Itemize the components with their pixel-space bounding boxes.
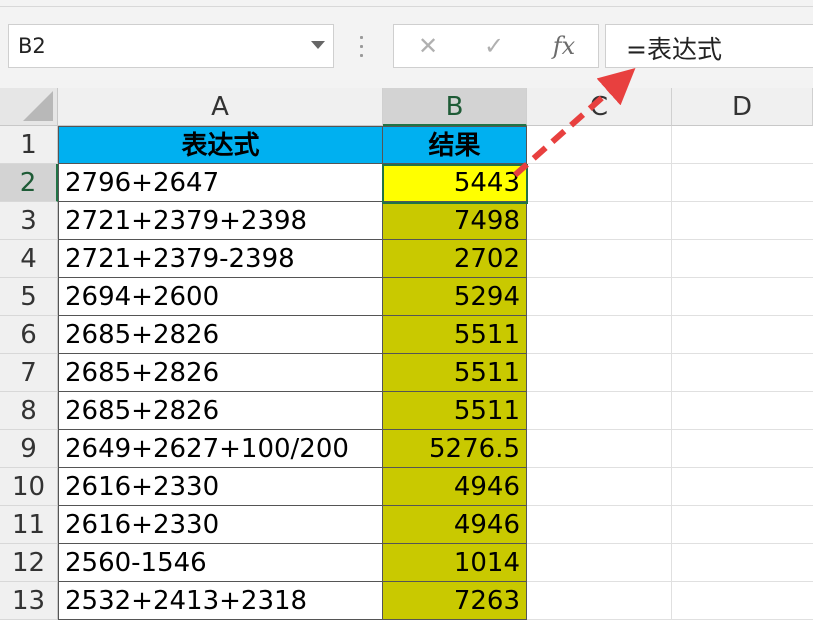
cell-b3[interactable]: 7498 — [383, 202, 527, 240]
row-header-8[interactable]: 8 — [0, 392, 58, 430]
cell-b12[interactable]: 1014 — [383, 544, 527, 582]
cell-c6[interactable] — [527, 316, 672, 354]
select-all-icon[interactable] — [23, 91, 53, 121]
cell-c2[interactable] — [527, 164, 672, 202]
cell-b2[interactable]: 5443 — [383, 164, 527, 202]
cell-d12[interactable] — [672, 544, 813, 582]
cell-a7[interactable]: 2685+2826 — [58, 354, 383, 392]
chevron-down-icon[interactable] — [311, 41, 325, 49]
cell-a4[interactable]: 2721+2379-2398 — [58, 240, 383, 278]
cell-d2[interactable] — [672, 164, 813, 202]
insert-function-icon[interactable]: fx — [544, 31, 584, 61]
cell-a5[interactable]: 2694+2600 — [58, 278, 383, 316]
column-header-b[interactable]: B — [383, 88, 527, 126]
cell-d4[interactable] — [672, 240, 813, 278]
cancel-icon[interactable]: ✕ — [408, 31, 448, 61]
row-header-9[interactable]: 9 — [0, 430, 58, 468]
column-header-a[interactable]: A — [58, 88, 383, 126]
cell-c1[interactable] — [527, 126, 672, 164]
cell-b5[interactable]: 5294 — [383, 278, 527, 316]
row-header-7[interactable]: 7 — [0, 354, 58, 392]
cell-d10[interactable] — [672, 468, 813, 506]
formula-input[interactable]: =表达式 — [605, 24, 813, 68]
cell-b6[interactable]: 5511 — [383, 316, 527, 354]
column-header-c[interactable]: C — [527, 88, 672, 126]
name-box-value[interactable]: B2 — [18, 34, 46, 58]
row-header-12[interactable]: 12 — [0, 544, 58, 582]
cell-a6[interactable]: 2685+2826 — [58, 316, 383, 354]
row-header-11[interactable]: 11 — [0, 506, 58, 544]
cell-d11[interactable] — [672, 506, 813, 544]
cell-a2[interactable]: 2796+2647 — [58, 164, 383, 202]
cell-b13[interactable]: 7263 — [383, 582, 527, 620]
cell-a12[interactable]: 2560-1546 — [58, 544, 383, 582]
cell-a8[interactable]: 2685+2826 — [58, 392, 383, 430]
row-header-10[interactable]: 10 — [0, 468, 58, 506]
enter-icon[interactable]: ✓ — [474, 31, 514, 61]
cell-c7[interactable] — [527, 354, 672, 392]
cell-d6[interactable] — [672, 316, 813, 354]
row-header-13[interactable]: 13 — [0, 582, 58, 620]
cell-a9[interactable]: 2649+2627+100/200 — [58, 430, 383, 468]
cell-c9[interactable] — [527, 430, 672, 468]
cell-c13[interactable] — [527, 582, 672, 620]
cell-a13[interactable]: 2532+2413+2318 — [58, 582, 383, 620]
cell-b8[interactable]: 5511 — [383, 392, 527, 430]
grip-icon[interactable] — [360, 36, 364, 58]
select-all-button[interactable] — [0, 88, 58, 126]
cell-b11[interactable]: 4946 — [383, 506, 527, 544]
row-header-3[interactable]: 3 — [0, 202, 58, 240]
cell-b7[interactable]: 5511 — [383, 354, 527, 392]
row-header-6[interactable]: 6 — [0, 316, 58, 354]
row-header-5[interactable]: 5 — [0, 278, 58, 316]
cell-c10[interactable] — [527, 468, 672, 506]
row-header-1[interactable]: 1 — [0, 126, 58, 164]
formula-bar: B2 ✕ ✓ fx =表达式 — [0, 0, 813, 89]
cell-d9[interactable] — [672, 430, 813, 468]
cell-a11[interactable]: 2616+2330 — [58, 506, 383, 544]
cell-c4[interactable] — [527, 240, 672, 278]
cell-b10[interactable]: 4946 — [383, 468, 527, 506]
name-box[interactable]: B2 — [8, 24, 334, 68]
cell-d3[interactable] — [672, 202, 813, 240]
cell-b9[interactable]: 5276.5 — [383, 430, 527, 468]
formula-buttons: ✕ ✓ fx — [393, 24, 599, 68]
cell-c8[interactable] — [527, 392, 672, 430]
row-header-2[interactable]: 2 — [0, 164, 58, 202]
cell-d13[interactable] — [672, 582, 813, 620]
cell-c5[interactable] — [527, 278, 672, 316]
cell-a1[interactable]: 表达式 — [58, 126, 383, 164]
cell-c12[interactable] — [527, 544, 672, 582]
cell-c3[interactable] — [527, 202, 672, 240]
cell-d7[interactable] — [672, 354, 813, 392]
cell-d8[interactable] — [672, 392, 813, 430]
formula-text[interactable]: =表达式 — [626, 30, 722, 66]
ribbon-divider — [0, 6, 813, 7]
column-header-d[interactable]: D — [672, 88, 813, 126]
row-header-4[interactable]: 4 — [0, 240, 58, 278]
cell-b1[interactable]: 结果 — [383, 126, 527, 164]
cell-b4[interactable]: 2702 — [383, 240, 527, 278]
cell-a10[interactable]: 2616+2330 — [58, 468, 383, 506]
cell-a3[interactable]: 2721+2379+2398 — [58, 202, 383, 240]
cell-d5[interactable] — [672, 278, 813, 316]
cell-d1[interactable] — [672, 126, 813, 164]
spreadsheet-grid: A B C D 1 表达式 结果 2 2796+2647 5443 3 2721+237… — [0, 88, 813, 620]
cell-c11[interactable] — [527, 506, 672, 544]
